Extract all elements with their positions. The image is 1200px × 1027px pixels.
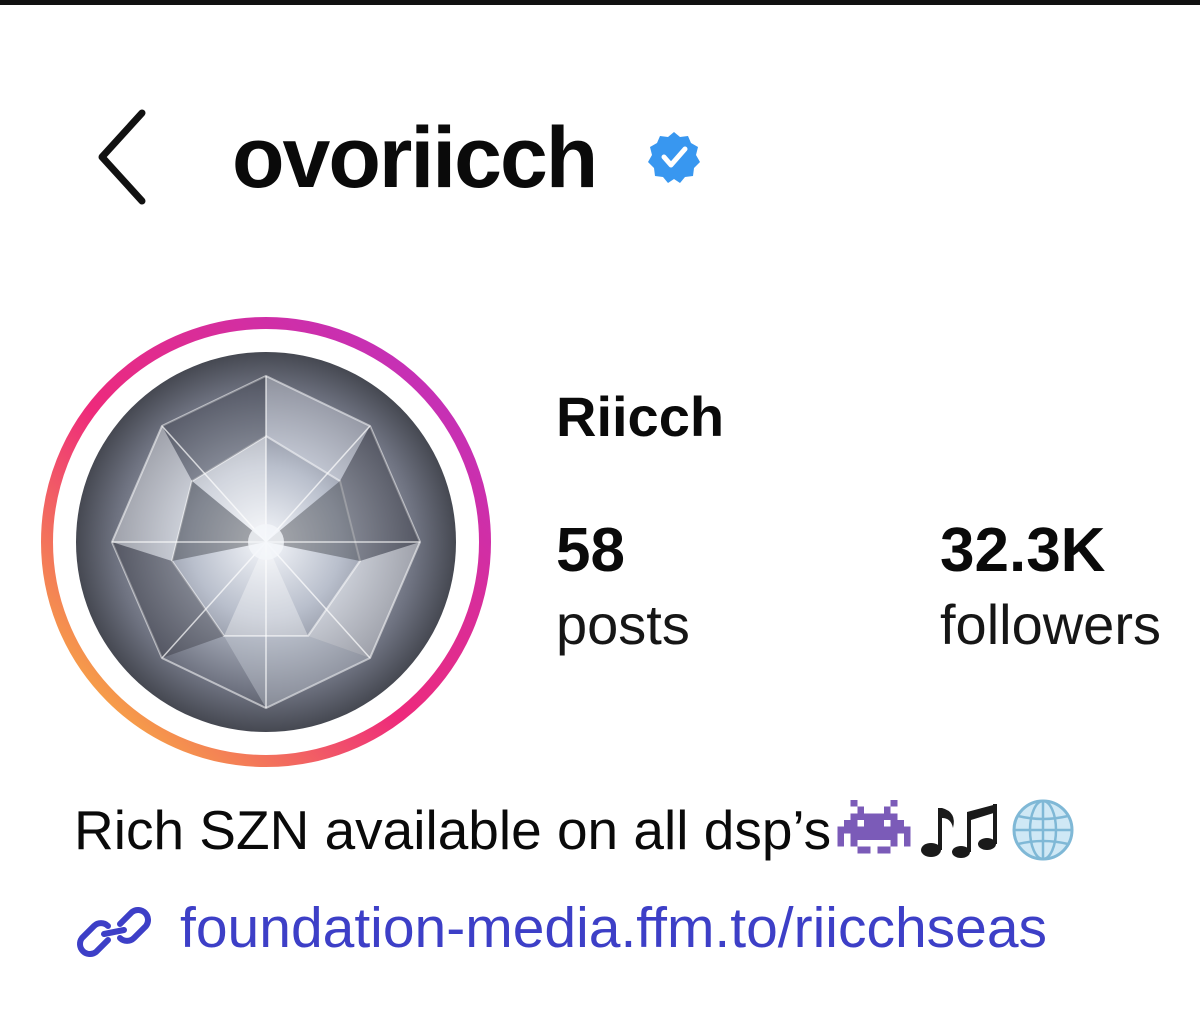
verified-badge-icon [647,130,701,184]
musical-notes-emoji-icon [917,798,1005,862]
followers-count: 32.3K [940,516,1106,585]
globe-emoji-icon [1011,798,1075,862]
top-divider [0,0,1200,5]
profile-username: ovoriicch [232,110,598,206]
profile-link-text[interactable]: foundation-media.ffm.to/riicchseas [180,890,1047,966]
followers-stat[interactable]: 32.3K followers [940,515,1161,663]
profile-link[interactable]: foundation-media.ffm.to/riicchseas [74,890,1200,970]
profile-bio: Rich SZN available on all dsp’s [74,790,1200,866]
posts-stat[interactable]: 58 posts [556,515,690,663]
link-icon [74,900,154,964]
bio-text: Rich SZN available on all dsp’s [74,799,832,862]
posts-count: 58 [556,516,625,585]
back-button[interactable] [90,105,160,210]
posts-label: posts [556,593,690,656]
alien-monster-emoji-icon [837,800,911,860]
followers-label: followers [940,593,1161,656]
profile-avatar[interactable] [40,316,492,768]
profile-display-name: Riicch [556,385,725,448]
profile-screen: ovoriicch Riicch 58 posts 32.3K follower… [0,0,1200,1027]
chevron-left-icon [98,109,146,205]
